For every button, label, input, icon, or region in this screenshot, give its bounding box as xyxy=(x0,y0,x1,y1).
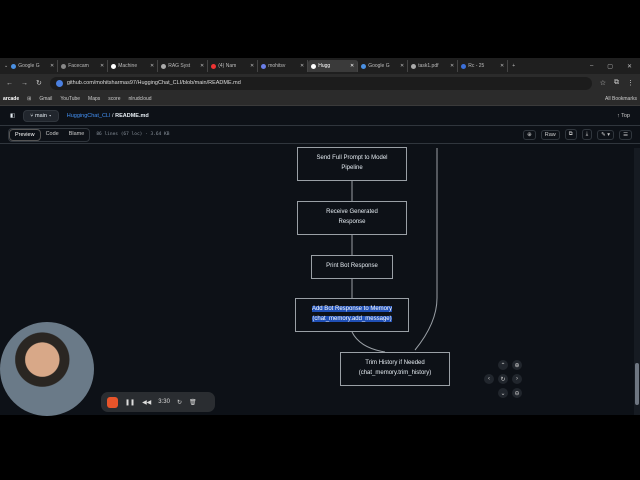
restart-icon[interactable]: ↻ xyxy=(177,399,182,406)
diagram-edges xyxy=(351,148,438,353)
pan-right-icon[interactable]: › xyxy=(512,374,522,384)
browser-window: ⌄ Google G ✕ Facecam ✕ Machine ✕ RAG Syst ✕ (4) … xyxy=(0,58,640,415)
recorder-controls: ❚❚ ◀◀ 3:30 ↻ 🗑 xyxy=(101,392,215,412)
node-text: Receive Generated xyxy=(326,209,378,216)
webcam-overlay xyxy=(0,322,94,416)
trash-icon[interactable]: 🗑 xyxy=(189,399,197,406)
zoom-out-icon[interactable]: ⊖ xyxy=(512,388,522,398)
diagram-node-add-memory: Add Bot Response to Memory (chat_memory.a… xyxy=(295,298,409,332)
recording-time: 3:30 xyxy=(158,399,170,405)
pause-icon[interactable]: ❚❚ xyxy=(125,399,135,406)
pan-down-icon[interactable]: ⌄ xyxy=(498,388,508,398)
zoom-in-icon[interactable]: ⊕ xyxy=(512,360,522,370)
scrollbar-thumb[interactable] xyxy=(635,363,639,405)
node-text: Pipeline xyxy=(341,165,363,171)
stop-record-button[interactable] xyxy=(107,396,118,408)
node-text: (chat_memory.trim_history) xyxy=(358,370,432,376)
diagram-node-trim-history: Trim History if Needed (chat_memory.trim_… xyxy=(340,352,450,386)
diagram-node-print-response: Print Bot Response xyxy=(311,255,393,279)
diagram-node-receive-response: Receive Generated Response xyxy=(297,201,407,235)
pan-up-icon[interactable]: ⌃ xyxy=(498,360,508,370)
node-text: (chat_memory.add_message) xyxy=(312,316,392,322)
mute-icon[interactable]: ◀◀ xyxy=(142,399,151,406)
node-text: Response xyxy=(338,219,366,225)
node-text: Print Bot Response xyxy=(326,263,378,270)
diagram-pan-zoom-controls: ⌃ ⊕ ‹ ↻ › ⌄ ⊖ xyxy=(482,358,524,400)
node-text: Trim History if Needed xyxy=(365,360,425,367)
diagram-node-send-prompt: Send Full Prompt to Model Pipeline xyxy=(297,147,407,181)
reset-icon[interactable]: ↻ xyxy=(498,374,508,384)
node-text: Add Bot Response to Memory xyxy=(311,306,393,313)
node-text: Send Full Prompt to Model xyxy=(316,155,388,162)
pan-left-icon[interactable]: ‹ xyxy=(484,374,494,384)
